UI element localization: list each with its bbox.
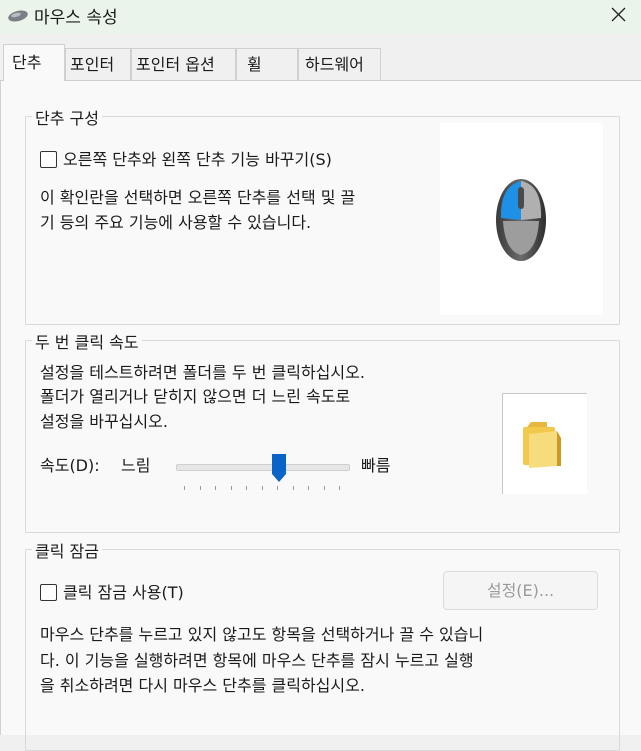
tab-wheel[interactable]: 휠 bbox=[236, 48, 298, 80]
speed-slider-tick bbox=[339, 486, 340, 490]
speed-slider-tick bbox=[323, 486, 325, 490]
tab-buttons[interactable]: 단추 bbox=[3, 44, 65, 81]
speed-label: 속도(D): bbox=[40, 456, 100, 475]
double-click-desc-line1: 설정을 테스트하려면 폴더를 두 번 클릭하십시오. bbox=[40, 363, 365, 382]
swap-buttons-checkbox[interactable]: 오른쪽 단추와 왼쪽 단추 기능 바꾸기(S) bbox=[40, 146, 332, 170]
speed-slider-tick bbox=[246, 486, 247, 490]
window-title: 마우스 속성 bbox=[34, 8, 118, 28]
folder-icon bbox=[523, 422, 561, 468]
click-lock-label: 클릭 잠금 bbox=[32, 538, 102, 562]
mouse-icon bbox=[496, 179, 546, 261]
speed-slider-tick bbox=[184, 486, 185, 490]
click-lock-checkbox-label: 클릭 잠금 사용(T) bbox=[63, 583, 184, 602]
tab-hardware[interactable]: 하드웨어 bbox=[298, 48, 381, 80]
tab-bar: 단추 포인터 포인터 옵션 휠 하드웨어 bbox=[0, 44, 641, 81]
close-button[interactable] bbox=[595, 0, 641, 30]
click-lock-desc-line3: 을 취소하려면 다시 마우스 단추를 클릭하십시오. bbox=[40, 676, 365, 695]
double-click-label: 두 번 클릭 속도 bbox=[32, 329, 142, 353]
tab-divider bbox=[0, 80, 641, 81]
click-lock-desc-line1: 마우스 단추를 누르고 있지 않고도 항목을 선택하거나 끌 수 있습니 bbox=[40, 625, 484, 644]
slow-label: 느림 bbox=[121, 456, 151, 475]
title-bar: 마우스 속성 bbox=[0, 0, 641, 34]
speed-slider-track[interactable] bbox=[176, 464, 350, 471]
speed-slider-tick bbox=[199, 486, 201, 490]
swap-checkbox-box[interactable] bbox=[40, 151, 57, 168]
fast-label: 빠름 bbox=[361, 456, 391, 475]
swap-checkbox-label: 오른쪽 단추와 왼쪽 단추 기능 바꾸기(S) bbox=[63, 150, 332, 169]
double-click-desc-line3: 설정을 바꾸십시오. bbox=[40, 412, 168, 431]
swap-description-line2: 기 등의 주요 기능에 사용할 수 있습니다. bbox=[40, 213, 312, 232]
swap-description-line1: 이 확인란을 선택하면 오른쪽 단추를 선택 및 끌 bbox=[40, 188, 356, 207]
tab-pointer-options[interactable]: 포인터 옵션 bbox=[131, 48, 236, 80]
speed-slider-tick bbox=[277, 486, 278, 490]
click-lock-settings-button[interactable]: 설정(E)... bbox=[443, 571, 598, 610]
mouse-preview bbox=[440, 123, 603, 315]
speed-slider-tick bbox=[261, 486, 263, 490]
speed-slider-tick bbox=[215, 486, 216, 490]
click-lock-checkbox-box[interactable] bbox=[40, 584, 57, 601]
speed-slider-tick bbox=[308, 486, 309, 490]
speed-slider-tick bbox=[292, 486, 294, 490]
click-lock-desc-line2: 다. 이 기능을 실행하려면 항목에 마우스 단추를 잠시 누르고 실행 bbox=[40, 651, 474, 670]
test-folder-area[interactable] bbox=[502, 393, 587, 494]
tab-pointers[interactable]: 포인터 bbox=[65, 48, 131, 80]
speed-slider-thumb[interactable] bbox=[272, 454, 287, 482]
mouse-app-icon bbox=[8, 10, 28, 22]
speed-slider-tick bbox=[230, 486, 232, 490]
close-icon bbox=[611, 7, 626, 22]
double-click-desc-line2: 폴더가 열리거나 닫히지 않으면 더 느린 속도로 bbox=[40, 387, 351, 406]
click-lock-checkbox[interactable]: 클릭 잠금 사용(T) bbox=[40, 579, 184, 603]
button-config-label: 단추 구성 bbox=[32, 105, 102, 129]
